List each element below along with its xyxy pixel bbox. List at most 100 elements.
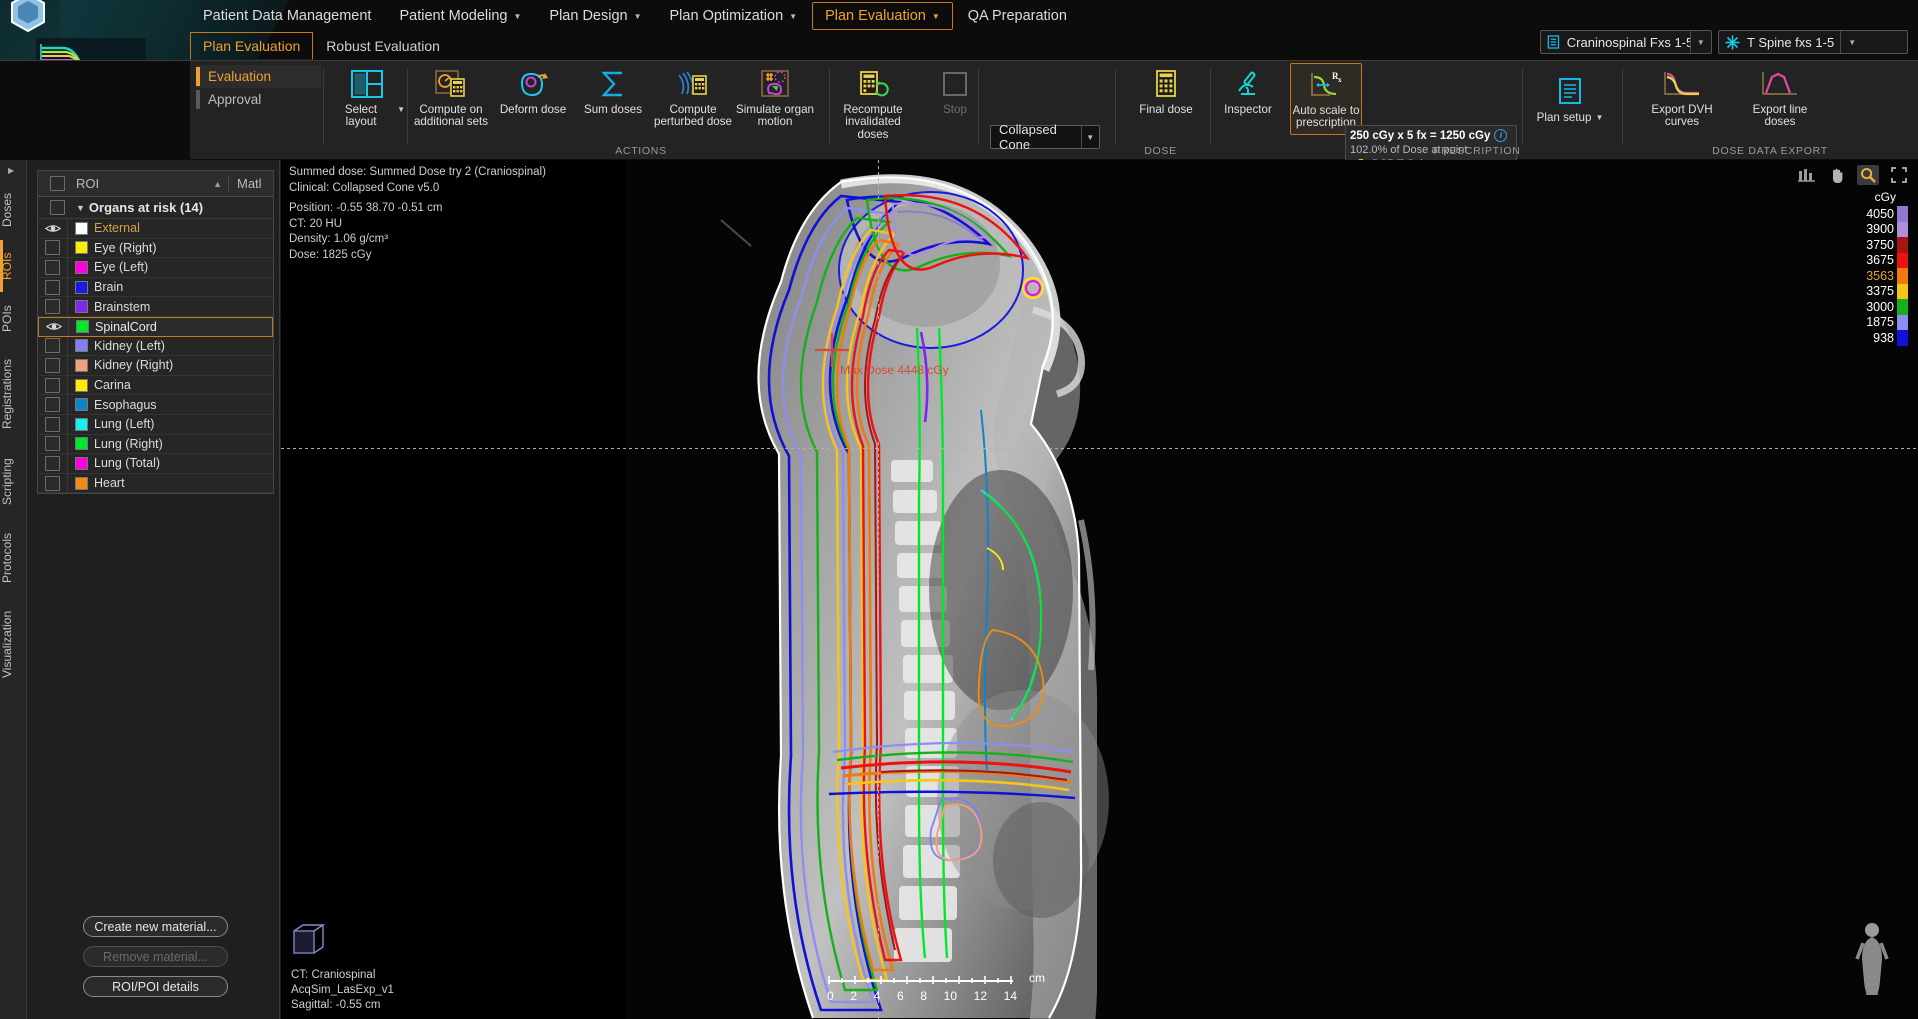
table-row[interactable]: Brainstem xyxy=(38,297,273,317)
info-icon[interactable]: i xyxy=(1494,129,1508,142)
roi-color-swatch[interactable] xyxy=(68,221,94,235)
roi-group-checkbox[interactable] xyxy=(49,200,65,215)
chevron-down-icon[interactable]: ▼ xyxy=(76,203,85,213)
collapse-chevron-icon[interactable]: ▶ xyxy=(8,166,14,175)
tool-sum-doses[interactable]: Sum doses xyxy=(577,63,649,116)
menu-item-patient-modeling[interactable]: Patient Modeling ▼ xyxy=(386,2,534,30)
table-row[interactable]: Lung (Right) xyxy=(38,434,273,455)
sidebar-item-pois[interactable]: POIs xyxy=(0,294,27,344)
plan-selector-craniospinal[interactable]: Craninospinal Fxs 1-5 ▼ xyxy=(1540,30,1712,54)
roi-color-swatch[interactable] xyxy=(68,417,94,431)
roi-visibility-checkbox[interactable] xyxy=(38,395,68,414)
table-row[interactable]: Eye (Right) xyxy=(38,238,273,259)
create-new-material-button[interactable]: Create new material... xyxy=(83,916,228,937)
roi-visibility-checkbox[interactable] xyxy=(38,297,68,316)
tab-robust-evaluation[interactable]: Robust Evaluation xyxy=(313,32,453,60)
tool-select-layout[interactable]: Select layout ▼ xyxy=(331,63,405,129)
roi-color-swatch[interactable] xyxy=(68,339,94,353)
sidebar-item-doses[interactable]: Doses xyxy=(0,182,27,238)
ct-sagittal-image[interactable] xyxy=(281,160,1918,1019)
roi-visibility-checkbox[interactable] xyxy=(38,434,68,454)
tool-compute-perturbed-dose[interactable]: Compute perturbed dose xyxy=(654,63,732,129)
tool-simulate-organ-motion[interactable]: Simulate organ motion xyxy=(736,63,814,129)
tool-export-line-doses[interactable]: Export line doses xyxy=(1744,63,1816,129)
table-row[interactable]: Esophagus xyxy=(38,395,273,415)
table-row[interactable]: SpinalCord xyxy=(38,316,273,337)
roi-color-swatch[interactable] xyxy=(68,456,94,470)
sort-ascending-icon[interactable]: ▲ xyxy=(213,179,222,189)
roi-visibility-eye-icon[interactable] xyxy=(39,317,69,336)
menu-item-plan-evaluation[interactable]: Plan Evaluation ▼ xyxy=(812,2,953,30)
roi-color-swatch[interactable] xyxy=(68,358,94,372)
sidebar-item-protocols[interactable]: Protocols xyxy=(0,522,27,594)
hexagon-logo-icon[interactable] xyxy=(8,0,48,36)
roi-visibility-checkbox[interactable] xyxy=(38,238,68,258)
column-header-roi[interactable]: ROI xyxy=(76,176,99,191)
window-level-icon[interactable] xyxy=(1795,165,1817,185)
chevron-down-icon[interactable]: ▼ xyxy=(1841,38,1863,47)
roi-visibility-checkbox[interactable] xyxy=(38,473,68,493)
mode-item-approval[interactable]: Approval xyxy=(196,88,321,111)
table-row[interactable]: Kidney (Left) xyxy=(38,336,273,357)
table-row[interactable]: External xyxy=(38,219,273,239)
menu-item-patient-data-management[interactable]: Patient Data Management xyxy=(190,2,384,30)
table-row[interactable]: Carina xyxy=(38,375,273,396)
chevron-down-icon[interactable]: ▼ xyxy=(397,104,405,116)
plan-selector-tspine[interactable]: T Spine fxs 1-5 ▼ xyxy=(1718,30,1908,54)
menu-item-qa-preparation[interactable]: QA Preparation xyxy=(955,2,1080,30)
roi-color-swatch[interactable] xyxy=(68,378,94,392)
roi-color-swatch[interactable] xyxy=(68,476,94,490)
roi-visibility-checkbox[interactable] xyxy=(38,454,68,473)
chevron-down-icon[interactable]: ▼ xyxy=(1081,133,1099,142)
chevron-down-icon: ▼ xyxy=(931,11,940,21)
roi-visibility-checkbox[interactable] xyxy=(38,356,68,375)
chevron-down-icon[interactable]: ▼ xyxy=(1691,38,1711,47)
roi-visibility-checkbox[interactable] xyxy=(38,336,68,356)
tool-deform-dose[interactable]: Deform dose xyxy=(497,63,569,116)
sidebar-item-visualization[interactable]: Visualization xyxy=(0,596,27,692)
roi-color-swatch[interactable] xyxy=(68,437,94,451)
sidebar-item-scripting[interactable]: Scripting xyxy=(0,444,27,520)
chevron-down-icon[interactable]: ▼ xyxy=(1595,112,1603,124)
fit-expand-icon[interactable] xyxy=(1888,165,1910,185)
roi-visibility-checkbox[interactable] xyxy=(38,375,68,395)
zoom-magnifier-icon[interactable] xyxy=(1857,165,1879,185)
roi-color-swatch[interactable] xyxy=(68,300,94,314)
patient-orientation-icon[interactable] xyxy=(1850,921,1896,997)
table-row[interactable]: Eye (Left) xyxy=(38,258,273,278)
roi-color-swatch[interactable] xyxy=(68,280,94,294)
table-row[interactable]: Heart xyxy=(38,473,273,494)
orientation-cube-icon xyxy=(293,924,326,954)
sidebar-item-rois[interactable]: ROIs xyxy=(0,240,27,292)
pan-hand-icon[interactable] xyxy=(1826,165,1848,185)
column-header-material[interactable]: Matl xyxy=(229,176,273,191)
roi-color-swatch[interactable] xyxy=(68,398,94,412)
overlay-slice-position: Sagittal: -0.55 cm xyxy=(291,999,381,1011)
roi-visibility-eye-icon[interactable] xyxy=(38,219,68,238)
menu-item-plan-design[interactable]: Plan Design ▼ xyxy=(536,2,654,30)
table-row[interactable]: Lung (Left) xyxy=(38,414,273,435)
tool-recompute-invalidated-doses[interactable]: Recompute invalidated doses xyxy=(837,63,909,141)
roi-color-swatch[interactable] xyxy=(69,320,95,334)
roi-visibility-checkbox[interactable] xyxy=(38,258,68,277)
roi-select-all-checkbox[interactable] xyxy=(49,176,65,191)
roi-color-swatch[interactable] xyxy=(68,260,94,274)
tool-inspector[interactable]: Inspector xyxy=(1212,63,1284,116)
tool-plan-setup[interactable]: Plan setup ▼ xyxy=(1534,71,1606,124)
roi-color-swatch[interactable] xyxy=(68,241,94,255)
tool-compute-on-additional-sets[interactable]: Compute on additional sets xyxy=(414,63,488,129)
table-row[interactable]: Brain xyxy=(38,277,273,298)
roi-visibility-checkbox[interactable] xyxy=(38,414,68,434)
roi-group-row[interactable]: ▼ Organs at risk (14) xyxy=(38,197,273,219)
image-viewport[interactable]: Max Dose 4448 cGy Summed dose: Summed Do… xyxy=(281,160,1918,1019)
roi-visibility-checkbox[interactable] xyxy=(38,277,68,297)
tool-export-dvh-curves[interactable]: Export DVH curves xyxy=(1646,63,1718,129)
menu-item-plan-optimization[interactable]: Plan Optimization ▼ xyxy=(657,2,811,30)
tool-final-dose[interactable]: Final dose xyxy=(1130,63,1202,116)
tab-plan-evaluation[interactable]: Plan Evaluation xyxy=(190,32,314,60)
mode-item-evaluation[interactable]: Evaluation xyxy=(196,65,321,88)
sidebar-item-registrations[interactable]: Registrations xyxy=(0,346,27,442)
roi-poi-details-button[interactable]: ROI/POI details xyxy=(83,976,228,997)
table-row[interactable]: Lung (Total) xyxy=(38,454,273,474)
table-row[interactable]: Kidney (Right) xyxy=(38,356,273,376)
